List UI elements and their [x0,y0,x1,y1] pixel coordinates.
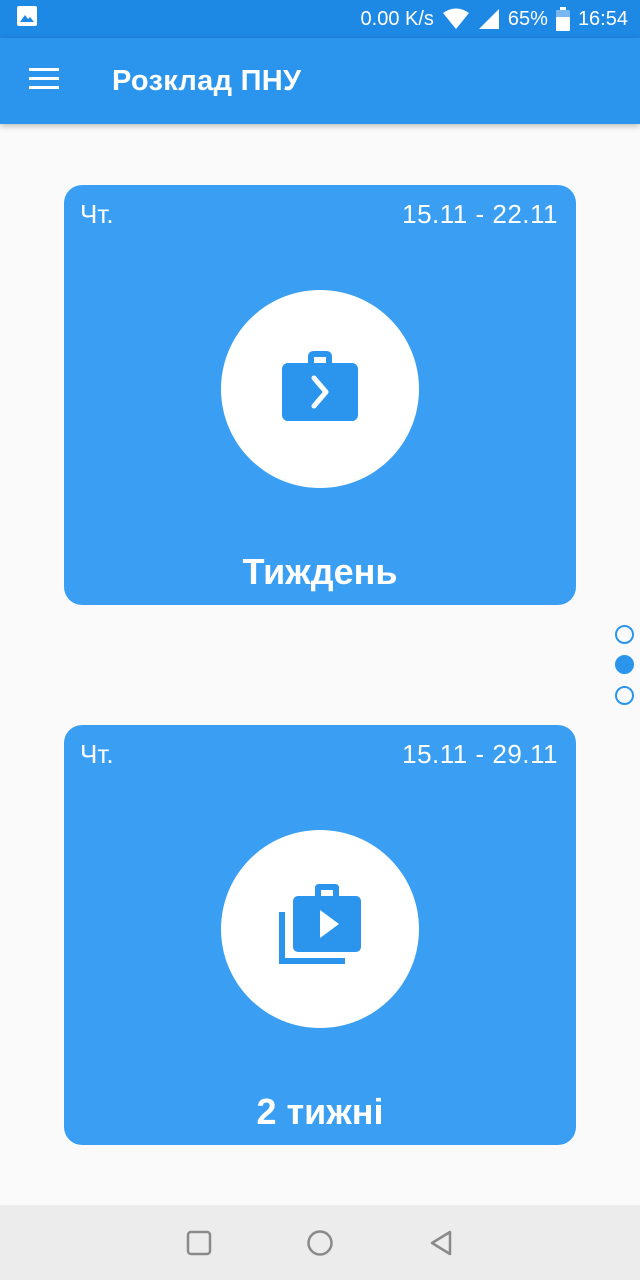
system-nav-bar [0,1205,640,1280]
app-bar: Розклад ПНУ [0,38,640,124]
app-title: Розклад ПНУ [112,64,302,97]
pager-dot-1[interactable] [615,625,634,644]
network-speed: 0.00 K/s [360,7,434,30]
pager-dot-2[interactable] [615,655,634,674]
wifi-icon [442,8,470,30]
menu-button[interactable] [0,38,88,124]
recents-icon[interactable] [186,1230,212,1256]
schedule-card-week[interactable]: Чт. 15.11 - 22.11 Тиждень [64,185,576,605]
clock: 16:54 [577,7,628,30]
pager-dot-3[interactable] [615,686,634,705]
schedule-card-two-weeks[interactable]: Чт. 15.11 - 29.11 2 тижні [64,725,576,1145]
card-label: Тиждень [242,551,398,592]
menu-icon [29,67,59,95]
battery-icon [555,7,570,31]
battery-percent: 65% [507,7,548,30]
card-day: Чт. [80,199,114,229]
card-icon-circle [221,830,419,1028]
status-bar: 0.00 K/s 65% 16:54 [0,0,640,38]
card-day: Чт. [80,739,114,769]
work-stack-play-icon [275,883,365,975]
card-icon-circle [221,290,419,488]
home-icon[interactable] [306,1229,334,1257]
card-label: 2 тижні [256,1091,384,1132]
card-date-range: 15.11 - 22.11 [402,199,558,229]
signal-icon [478,8,500,30]
image-notification-icon [16,5,38,33]
card-date-range: 15.11 - 29.11 [402,739,558,769]
work-arrow-icon [280,349,360,430]
back-icon[interactable] [428,1229,454,1257]
